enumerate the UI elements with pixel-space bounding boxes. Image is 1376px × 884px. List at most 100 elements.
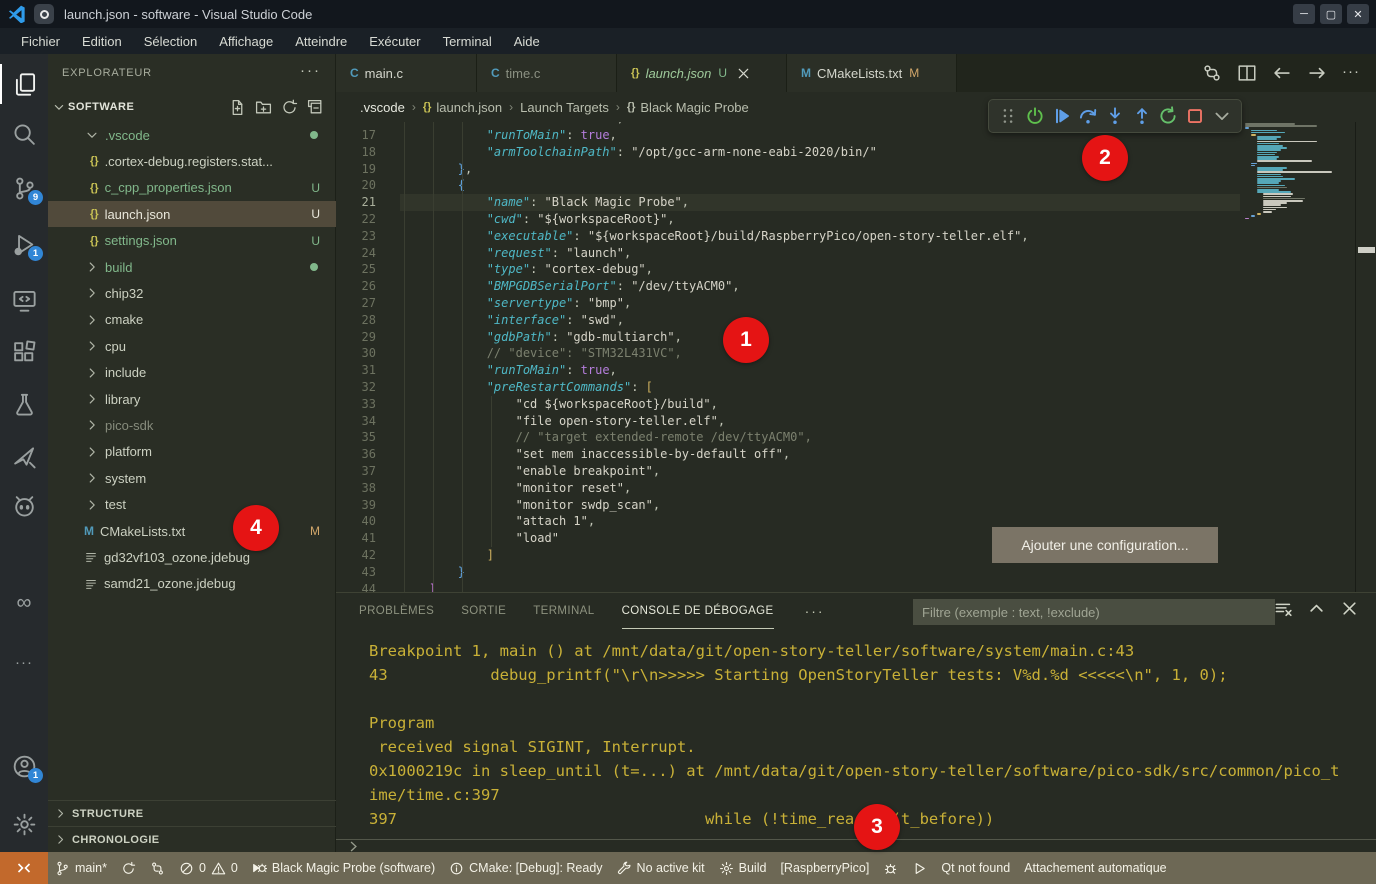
files-icon[interactable] xyxy=(0,64,48,104)
menu-item-exécuter[interactable]: Exécuter xyxy=(358,34,431,49)
add-configuration-button[interactable]: Ajouter une configuration... xyxy=(992,527,1218,563)
grip-icon[interactable] xyxy=(998,106,1018,126)
arrow-right-icon[interactable] xyxy=(1307,63,1327,83)
ellipsis-icon[interactable]: ··· xyxy=(0,642,48,682)
tab-launch-json[interactable]: {}launch.jsonU xyxy=(617,54,787,92)
refresh-icon[interactable] xyxy=(281,99,298,116)
close-icon[interactable] xyxy=(1340,599,1359,618)
source-control-icon[interactable]: 9 xyxy=(0,168,48,208)
tree-item-samd21-ozone-jdebug[interactable]: samd21_ozone.jdebug xyxy=(48,571,336,597)
status-item-cmake-debug-ready[interactable]: CMake: [Debug]: Ready xyxy=(442,861,609,876)
open-changes-icon[interactable] xyxy=(1202,63,1222,83)
status-item-compare[interactable] xyxy=(143,861,172,876)
tree-item-include[interactable]: include xyxy=(48,360,336,386)
tree-item--vscode[interactable]: .vscode xyxy=(48,122,336,148)
infinity-icon[interactable]: ∞ xyxy=(0,582,48,622)
menu-item-aide[interactable]: Aide xyxy=(503,34,551,49)
status-item-black-magic-probe-software-[interactable]: Black Magic Probe (software) xyxy=(245,861,442,876)
extensions-icon[interactable] xyxy=(0,332,48,372)
clear-console-icon[interactable] xyxy=(1274,599,1293,618)
panel-tab-console-de-d-bogage[interactable]: CONSOLE DE DÉBOGAGE xyxy=(622,593,774,629)
tree-item-platform[interactable]: platform xyxy=(48,439,336,465)
power-icon[interactable] xyxy=(1025,106,1045,126)
step-out-icon[interactable] xyxy=(1132,106,1152,126)
tree-item-chip32[interactable]: chip32 xyxy=(48,280,336,306)
tree-item-gd32vf103-ozone-jdebug[interactable]: gd32vf103_ozone.jdebug xyxy=(48,544,336,570)
breadcrumb-item[interactable]: Launch Targets xyxy=(520,100,609,115)
status-item-main-[interactable]: main* xyxy=(48,861,114,876)
gear-icon[interactable] xyxy=(0,804,48,844)
maximize-button[interactable]: ▢ xyxy=(1320,4,1342,24)
more-icon[interactable]: ··· xyxy=(1342,63,1362,83)
menu-item-fichier[interactable]: Fichier xyxy=(10,34,71,49)
tree-item-cmake[interactable]: cmake xyxy=(48,307,336,333)
code-editor[interactable]: 16 "interface": "swd",17 "runToMain": tr… xyxy=(336,122,1376,592)
tab-main-c[interactable]: Cmain.c xyxy=(336,54,477,92)
status-item-play[interactable] xyxy=(905,861,934,876)
editor-scrollbar[interactable] xyxy=(1355,122,1376,592)
status-item-problems[interactable]: 00 xyxy=(172,861,245,876)
new-folder-icon[interactable] xyxy=(255,99,272,116)
debug-filter-input[interactable] xyxy=(913,599,1275,625)
tree-item-c-cpp-properties-json[interactable]: {}c_cpp_properties.jsonU xyxy=(48,175,336,201)
beaker-icon[interactable] xyxy=(0,384,48,424)
debug-console-input[interactable] xyxy=(336,839,1376,853)
panel-tab-sortie[interactable]: SORTIE xyxy=(461,593,506,629)
arrow-left-icon[interactable] xyxy=(1272,63,1292,83)
breadcrumb-item[interactable]: .vscode xyxy=(360,100,405,115)
section-header-chronologie[interactable]: CHRONOLOGIE xyxy=(48,826,336,852)
plane-wrench-icon[interactable] xyxy=(0,436,48,476)
section-header-software[interactable]: SOFTWARE xyxy=(48,94,336,120)
status-item-sync[interactable] xyxy=(114,861,143,876)
remote-indicator[interactable] xyxy=(0,852,48,884)
tree-item-cmakelists-txt[interactable]: MCMakeLists.txtM xyxy=(48,518,336,544)
stop-icon[interactable] xyxy=(1185,106,1205,126)
menu-item-atteindre[interactable]: Atteindre xyxy=(284,34,358,49)
search-icon[interactable] xyxy=(0,114,48,154)
tree-item-cpu[interactable]: cpu xyxy=(48,333,336,359)
breadcrumb-item[interactable]: Black Magic Probe xyxy=(640,100,748,115)
section-header-structure[interactable]: STRUCTURE xyxy=(48,800,336,826)
panel-tab-terminal[interactable]: TERMINAL xyxy=(533,593,594,629)
collapse-all-icon[interactable] xyxy=(307,99,324,116)
chevron-down-icon[interactable] xyxy=(1212,106,1232,126)
close-icon[interactable] xyxy=(736,66,751,81)
tree-item--cortex-debug-registers-stat-[interactable]: {}.cortex-debug.registers.stat... xyxy=(48,148,336,174)
menu-item-sélection[interactable]: Sélection xyxy=(133,34,208,49)
tree-item-settings-json[interactable]: {}settings.jsonU xyxy=(48,228,336,254)
sidebar-more-icon[interactable]: ··· xyxy=(300,62,321,79)
tree-item-system[interactable]: system xyxy=(48,465,336,491)
run-debug-icon[interactable]: 1 xyxy=(0,224,48,264)
status-item-bug[interactable] xyxy=(876,861,905,876)
status-item-build[interactable]: Build xyxy=(712,861,774,876)
minimize-button[interactable]: ─ xyxy=(1293,4,1315,24)
account-icon[interactable]: 1 xyxy=(0,746,48,786)
minimap[interactable] xyxy=(1240,122,1356,592)
tree-item-test[interactable]: test xyxy=(48,492,336,518)
breadcrumb-item[interactable]: launch.json xyxy=(436,100,502,115)
step-over-icon[interactable] xyxy=(1078,106,1098,126)
continue-icon[interactable] xyxy=(1052,106,1072,126)
restart-icon[interactable] xyxy=(1158,106,1178,126)
tab-cmakelists-txt[interactable]: MCMakeLists.txtM xyxy=(787,54,957,92)
new-file-icon[interactable] xyxy=(229,99,246,116)
menu-item-edition[interactable]: Edition xyxy=(71,34,133,49)
step-into-icon[interactable] xyxy=(1105,106,1125,126)
remote-explorer-icon[interactable] xyxy=(0,280,48,320)
panel-tab-probl-mes[interactable]: PROBLÈMES xyxy=(359,593,434,629)
split-editor-icon[interactable] xyxy=(1237,63,1257,83)
alien-icon[interactable] xyxy=(0,486,48,526)
tree-item-library[interactable]: library xyxy=(48,386,336,412)
close-button[interactable]: ✕ xyxy=(1347,4,1369,24)
tree-item-pico-sdk[interactable]: pico-sdk xyxy=(48,412,336,438)
status-item-attachement-automatique[interactable]: Attachement automatique xyxy=(1017,861,1173,875)
menu-item-affichage[interactable]: Affichage xyxy=(208,34,284,49)
panel-more-icon[interactable]: ··· xyxy=(805,603,825,619)
chevron-up-icon[interactable] xyxy=(1307,599,1326,618)
status-item-qt-not-found[interactable]: Qt not found xyxy=(934,861,1017,875)
tree-item-launch-json[interactable]: {}launch.jsonU xyxy=(48,201,336,227)
status-item-no-active-kit[interactable]: No active kit xyxy=(610,861,712,876)
status-item--raspberrypico-[interactable]: [RaspberryPico] xyxy=(773,861,876,875)
tab-time-c[interactable]: Ctime.c xyxy=(477,54,617,92)
tree-item-build[interactable]: build xyxy=(48,254,336,280)
